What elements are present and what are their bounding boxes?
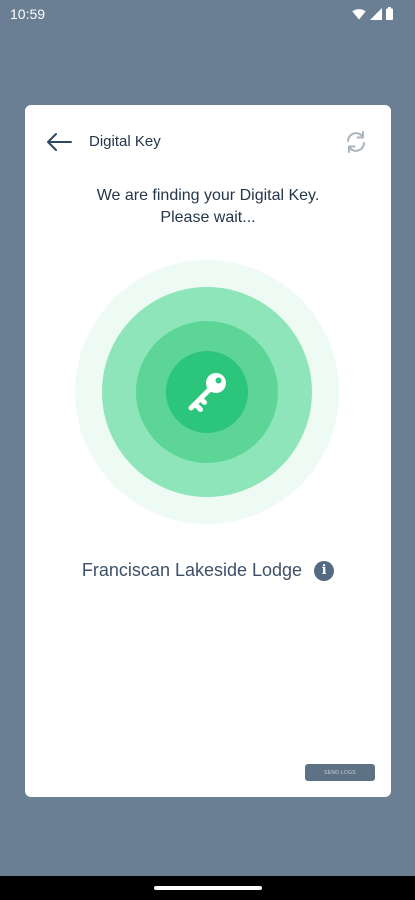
refresh-button[interactable] [343, 129, 369, 155]
property-name: Franciscan Lakeside Lodge [81, 560, 303, 580]
status-time: 10:59 [10, 6, 46, 22]
property-row: Franciscan Lakeside Lodge i [25, 560, 391, 581]
send-logs-button[interactable]: SEND LOGS [305, 764, 375, 781]
back-button[interactable] [45, 131, 75, 153]
wifi-icon [352, 8, 366, 20]
status-icons [352, 7, 393, 20]
refresh-icon [343, 129, 369, 155]
status-bar: 10:59 [0, 0, 415, 30]
key-icon [182, 367, 232, 417]
key-indicator [166, 351, 248, 433]
searching-message: We are finding your Digital Key. Please … [25, 185, 391, 229]
digital-key-card: Digital Key We are finding your Digital … [25, 105, 391, 797]
arrow-left-icon [45, 131, 75, 153]
searching-message-line2: Please wait... [160, 209, 256, 226]
signal-icon [370, 7, 382, 20]
info-icon[interactable]: i [314, 560, 335, 581]
page-title: Digital Key [89, 133, 161, 150]
navigation-bar [0, 876, 415, 900]
home-indicator[interactable] [154, 886, 262, 890]
battery-icon [386, 7, 393, 20]
searching-message-line1: We are finding your Digital Key. [96, 187, 320, 204]
